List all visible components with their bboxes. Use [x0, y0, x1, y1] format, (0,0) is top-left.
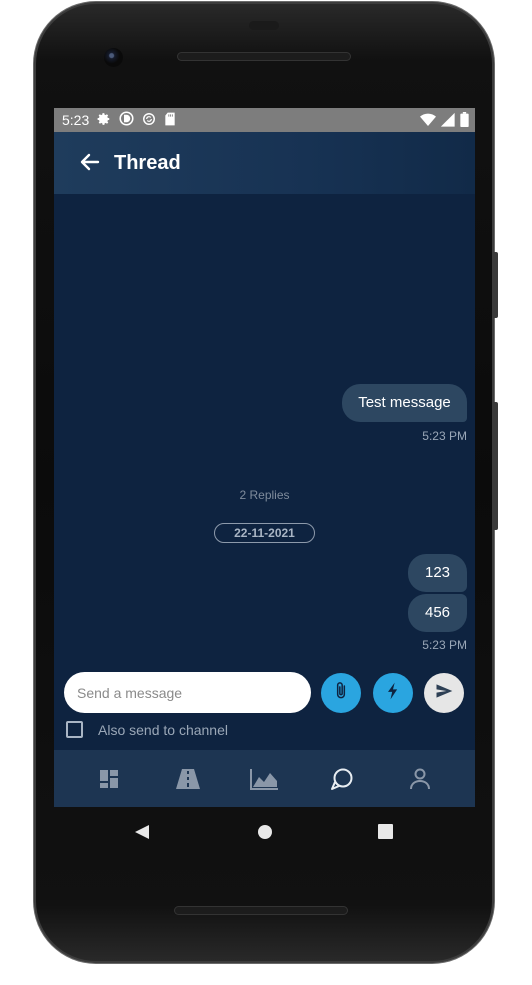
road-icon[interactable] — [174, 767, 202, 791]
message-timestamp: 5:23 PM — [422, 429, 467, 443]
app-bar: Thread — [54, 132, 475, 194]
earpiece-speaker — [177, 52, 351, 61]
also-send-label: Also send to channel — [98, 721, 228, 738]
status-bar: 5:23 — [54, 108, 475, 132]
bottom-speaker — [174, 906, 348, 915]
commands-button[interactable] — [373, 673, 413, 713]
also-send-row[interactable]: Also send to channel — [66, 721, 228, 738]
also-send-checkbox[interactable] — [66, 721, 83, 738]
message-input[interactable] — [75, 684, 299, 702]
status-time: 5:23 — [62, 112, 90, 128]
send-button[interactable] — [424, 673, 464, 713]
person-icon[interactable] — [408, 767, 432, 791]
area-chart-icon[interactable] — [249, 767, 279, 791]
message-bubble[interactable]: 456 — [408, 594, 467, 632]
bottom-nav — [54, 750, 475, 807]
wifi-icon — [420, 113, 436, 130]
system-nav-bar — [54, 807, 475, 855]
battery-icon — [460, 112, 469, 130]
home-circle-icon[interactable] — [257, 824, 273, 845]
power-button — [492, 402, 498, 530]
sd-card-icon — [164, 112, 176, 129]
message-bubble[interactable]: 123 — [408, 554, 467, 592]
back-triangle-icon[interactable] — [134, 824, 150, 845]
send-icon — [434, 681, 454, 706]
message-timestamp: 5:23 PM — [422, 638, 467, 652]
page-title: Thread — [114, 152, 181, 174]
dashboard-icon[interactable] — [97, 767, 121, 791]
chat-icon[interactable] — [330, 767, 354, 791]
d-app-icon — [119, 111, 134, 129]
front-camera — [104, 48, 123, 67]
paperclip-icon — [331, 681, 351, 706]
signal-icon — [440, 112, 455, 130]
date-separator: 22-11-2021 — [214, 523, 315, 543]
message-bubble[interactable]: Test message — [342, 384, 467, 422]
attach-button[interactable] — [321, 673, 361, 713]
sync-icon — [142, 112, 156, 129]
lightning-icon — [383, 681, 403, 706]
volume-button — [492, 252, 498, 318]
arrow-left-icon[interactable] — [78, 150, 102, 174]
recents-square-icon[interactable] — [378, 824, 393, 844]
message-input-container[interactable] — [64, 672, 311, 713]
screen: 5:23 Thread Test message 5:23 PM 2 Repli… — [54, 108, 475, 807]
settings-icon — [97, 112, 111, 129]
replies-count: 2 Replies — [239, 488, 290, 502]
proximity-sensor — [249, 21, 279, 30]
